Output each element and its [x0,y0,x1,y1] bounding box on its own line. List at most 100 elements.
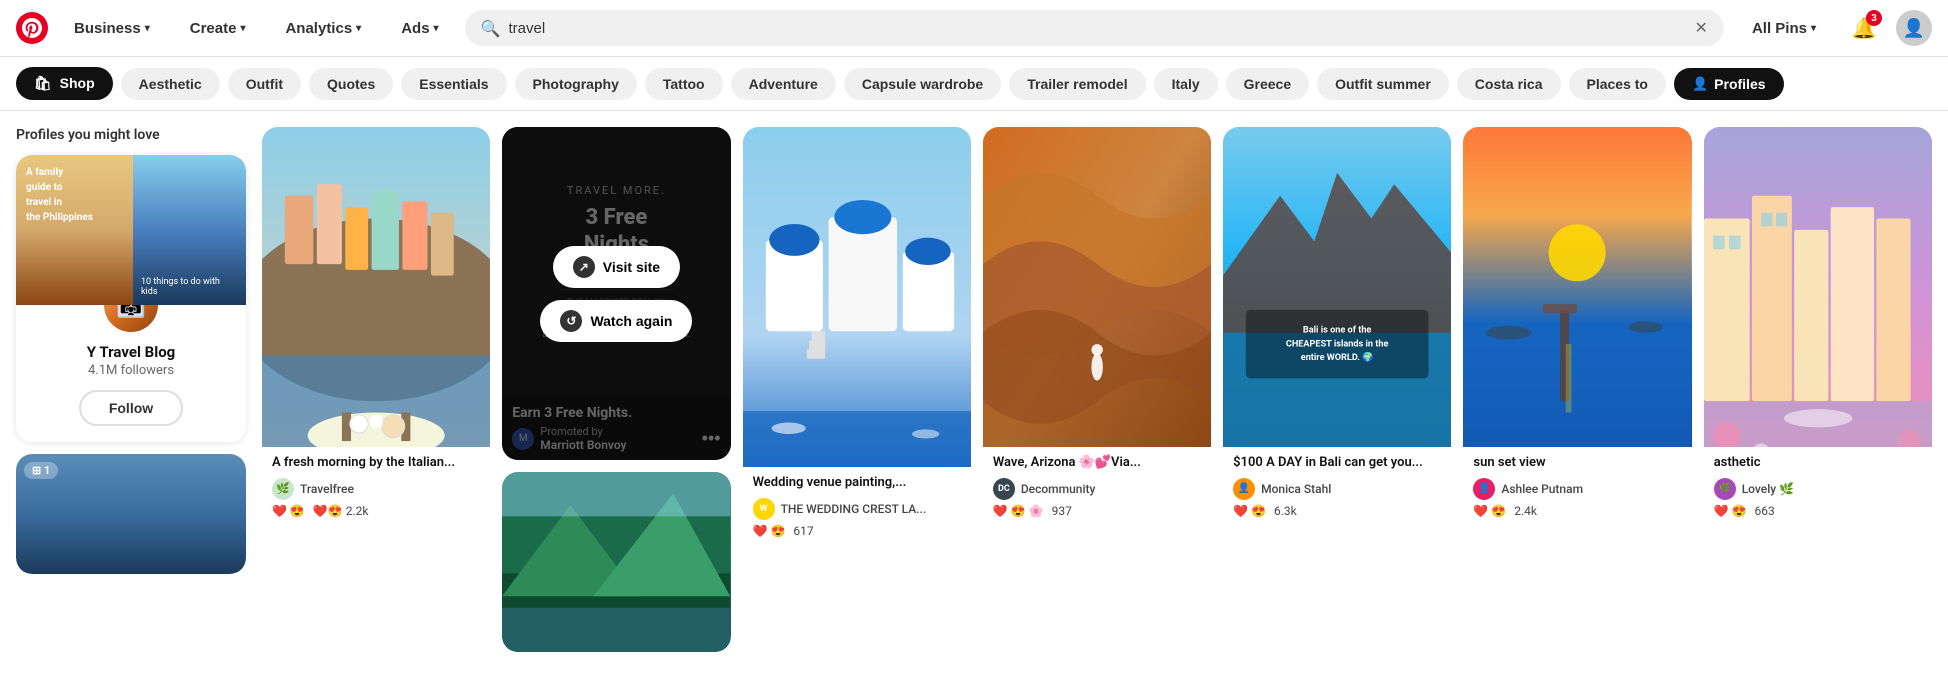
pin-stats-count-aesthetic: 663 [1755,504,1775,518]
tag-outfit-summer[interactable]: Outfit summer [1317,68,1449,100]
tag-photography[interactable]: Photography [515,68,637,100]
user-avatar[interactable]: 👤 [1896,10,1932,46]
business-label: Business [74,20,141,37]
business-nav-btn[interactable]: Business ▾ [60,12,164,45]
tag-essentials[interactable]: Essentials [401,68,506,100]
svg-text:Bali is one of the: Bali is one of the [1303,326,1372,336]
tag-profiles-label: Profiles [1714,76,1765,92]
tag-outfit[interactable]: Outfit [228,68,301,100]
pin-stats-sunset: ❤️ 😍 2.4k [1473,504,1681,518]
tag-italy-label: Italy [1172,76,1200,92]
tag-aesthetic[interactable]: Aesthetic [121,68,220,100]
tag-shop[interactable]: 🛍 Shop [16,67,113,100]
pin-card-newcard[interactable] [502,472,730,652]
create-nav-btn[interactable]: Create ▾ [176,12,260,45]
tag-outfit-summer-label: Outfit summer [1335,76,1431,92]
allpins-chevron-icon: ▾ [1811,23,1816,34]
search-icon: 🔍 [481,19,501,38]
profile-card[interactable]: A family guide to travel in the Philippi… [16,155,246,442]
pin-author-row-aesthetic: 🌿 Lovely 🌿 [1714,478,1922,500]
sidebar: Profiles you might love A family guide t… [16,127,246,652]
pin-author-avatar: 🌿 [272,478,294,500]
tag-tattoo[interactable]: Tattoo [645,68,723,100]
svg-text:CHEAPEST islands in the: CHEAPEST islands in the [1286,339,1389,349]
pin-author-name-aesthetic: Lovely 🌿 [1742,482,1794,496]
pin-title-sunset: sun set view [1473,455,1681,472]
create-chevron-icon: ▾ [240,23,245,34]
tag-essentials-label: Essentials [419,76,488,92]
sidebar-card2[interactable]: ⊞ 1 [16,454,246,574]
pin-stats-emoji: ❤️ 😍 [272,504,305,518]
analytics-nav-btn[interactable]: Analytics ▾ [271,12,375,45]
pin-card-aesthetic[interactable]: 📷 1 [1704,127,1932,528]
pin-stats-count-santorini: 617 [793,524,813,538]
pin-card[interactable]: 📷 1 [262,127,490,528]
pin-card-wave[interactable]: 📷 3 [983,127,1211,528]
pin-card-santorini[interactable]: 📷 1 [743,127,971,548]
pin-author-avatar-bali: 👤 [1233,478,1255,500]
all-pins-label: All Pins [1752,20,1807,37]
pin-author-avatar-aesthetic: 🌿 [1714,478,1736,500]
analytics-label: Analytics [285,20,352,37]
tag-trailer-remodel[interactable]: Trailer remodel [1009,68,1145,100]
profile-icon: 👤 [1692,76,1708,92]
ads-nav-btn[interactable]: Ads ▾ [387,12,452,45]
follow-button[interactable]: Follow [79,390,183,426]
pin-stats-aesthetic: ❤️ 😍 663 [1714,504,1922,518]
pin-author-name-bali: Monica Stahl [1261,482,1331,496]
create-label: Create [190,20,237,37]
tag-photography-label: Photography [533,76,619,92]
main-content: Profiles you might love A family guide t… [0,111,1948,668]
tag-outfit-label: Outfit [246,76,283,92]
pinterest-logo[interactable] [16,12,48,44]
search-input[interactable] [509,20,1687,37]
watch-again-button[interactable]: ↺ Watch again [540,300,692,342]
shop-icon: 🛍 [34,75,52,91]
pin-stats-emoji-santorini: ❤️ 😍 [753,524,786,538]
pin-author-name: Travelfree [300,482,354,496]
tag-tattoo-label: Tattoo [663,76,705,92]
pin-stats-emoji-aesthetic: ❤️ 😍 [1714,504,1747,518]
search-clear-button[interactable]: ✕ [1695,18,1708,38]
tag-places-to[interactable]: Places to [1569,68,1666,100]
visit-site-icon: ↗ [573,256,595,278]
tag-adventure[interactable]: Adventure [731,68,836,100]
tag-capsule-wardrobe-label: Capsule wardrobe [862,76,983,92]
tag-adventure-label: Adventure [749,76,818,92]
tag-italy[interactable]: Italy [1154,68,1218,100]
visit-site-label: Visit site [603,259,660,275]
pin-info-aesthetic: asthetic 🌿 Lovely 🌿 ❤️ 😍 663 [1704,447,1932,528]
pin-info-bali: $100 A DAY in Bali can get you... 👤 Moni… [1223,447,1451,528]
pin-card-sunset[interactable]: 📷 1 [1463,127,1691,528]
tag-costa-rica[interactable]: Costa rica [1457,68,1561,100]
pin-card-bali[interactable]: 📷 1 [1223,127,1451,528]
pin-info-sunset: sun set view 👤 Ashlee Putnam ❤️ 😍 2.4k [1463,447,1691,528]
profile-followers: 4.1M followers [16,363,246,378]
tag-capsule-wardrobe[interactable]: Capsule wardrobe [844,68,1001,100]
pin-author-avatar-sunset: 👤 [1473,478,1495,500]
tag-aesthetic-label: Aesthetic [139,76,202,92]
pin-stats-emoji-sunset: ❤️ 😍 [1473,504,1506,518]
pin-author-row-bali: 👤 Monica Stahl [1233,478,1441,500]
watch-again-label: Watch again [590,313,672,329]
tag-greece[interactable]: Greece [1226,68,1309,100]
pin-title-wave: Wave, Arizona 🌸💕Via... [993,455,1201,472]
pin-author-row: 🌿 Travelfree [272,478,480,500]
visit-site-button[interactable]: ↗ Visit site [553,246,680,288]
pin-stats-count: ❤️😍 2.2k [313,504,369,518]
pin-stats-count-bali: 6.3k [1274,504,1297,518]
notifications-button[interactable]: 🔔 3 [1844,8,1884,48]
tag-quotes[interactable]: Quotes [309,68,393,100]
pin-author-row-santorini: W THE WEDDING CREST LA... [753,498,961,520]
pin-stats-count-sunset: 2.4k [1514,504,1537,518]
pin-card-promoted[interactable]: TRAVEL MORE. 3 FreeNights Ask us to lear… [502,127,730,460]
all-pins-button[interactable]: All Pins ▾ [1736,12,1832,45]
pin-author-row-sunset: 👤 Ashlee Putnam [1473,478,1681,500]
pin-stats-emoji-wave: ❤️ 😍 🌸 [993,504,1044,518]
pin-author-name-santorini: THE WEDDING CREST LA... [781,502,927,516]
pin-author-name-sunset: Ashlee Putnam [1501,482,1583,496]
tag-shop-label: Shop [60,75,95,91]
svg-text:entire WORLD. 🌍: entire WORLD. 🌍 [1301,351,1374,363]
tag-profiles[interactable]: 👤 Profiles [1674,68,1784,100]
pin-info-wave: Wave, Arizona 🌸💕Via... DC Decommunity ❤️… [983,447,1211,528]
